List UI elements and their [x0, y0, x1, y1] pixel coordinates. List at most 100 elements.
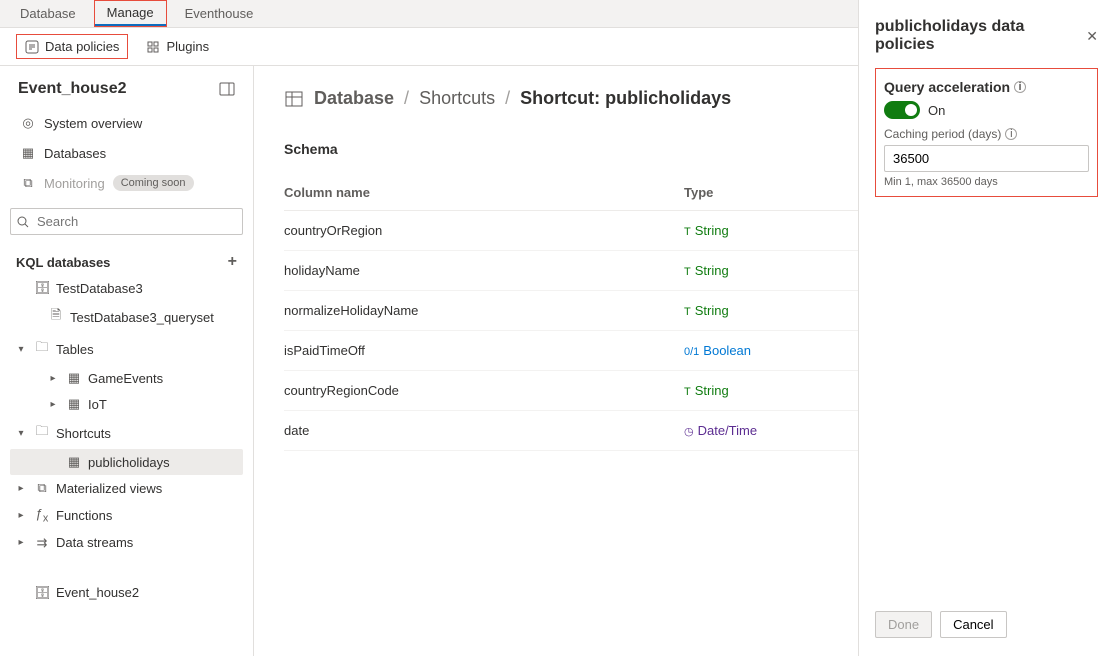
tree-label: Event_house2: [56, 585, 139, 600]
tree-item-gameevents[interactable]: ▸ ▦ GameEvents: [10, 365, 243, 391]
type-icon: T: [684, 306, 691, 318]
breadcrumb-database[interactable]: Database: [314, 88, 394, 109]
tree-label: Materialized views: [56, 481, 162, 496]
kql-databases-section: KQL databases +: [10, 245, 243, 275]
qa-text: Query acceleration: [884, 79, 1010, 95]
tree-label: Data streams: [56, 535, 133, 550]
queryset-icon: 🗎: [48, 306, 64, 328]
query-acceleration-label: Query acceleration i: [884, 79, 1026, 95]
section-label: KQL databases: [16, 255, 110, 270]
tree-label: GameEvents: [88, 371, 163, 386]
database-icon: 🗄: [34, 585, 50, 601]
coming-soon-badge: Coming soon: [113, 175, 194, 191]
tab-manage[interactable]: Manage: [95, 1, 166, 26]
type-label: Date/Time: [698, 423, 757, 438]
table-icon: ▦: [66, 370, 82, 386]
layout-icon[interactable]: [219, 81, 235, 97]
column-name: isPaidTimeOff: [284, 343, 684, 358]
views-icon: ⧉: [34, 480, 50, 496]
plugins-button[interactable]: Plugins: [138, 35, 217, 58]
tree-item-queryset[interactable]: ▸ 🗎 TestDatabase3_queryset: [10, 301, 243, 333]
type-icon: 0/1: [684, 346, 699, 358]
cancel-button[interactable]: Cancel: [940, 611, 1006, 638]
tree-label: Functions: [56, 508, 112, 523]
sidebar: Event_house2 ◎ System overview ▦ Databas…: [0, 66, 254, 656]
close-icon[interactable]: ✕: [1086, 28, 1098, 45]
database-icon: 🗄: [34, 280, 50, 296]
plugins-icon: [146, 40, 160, 54]
done-button[interactable]: Done: [875, 611, 932, 638]
tree-item-functions[interactable]: ▸ ƒx Functions: [10, 501, 243, 530]
info-icon[interactable]: i: [1005, 128, 1017, 140]
folder-icon: 🗀: [34, 422, 50, 444]
table-icon: ▦: [66, 454, 82, 470]
data-policies-label: Data policies: [45, 39, 119, 54]
chevron-down-icon[interactable]: ▾: [14, 428, 28, 439]
caching-period-hint: Min 1, max 36500 days: [884, 176, 1089, 188]
chevron-down-icon[interactable]: ▾: [14, 344, 28, 355]
column-name: holidayName: [284, 263, 684, 278]
type-icon: T: [684, 386, 691, 398]
caching-period-label: Caching period (days) i: [884, 127, 1089, 141]
tree-item-iot[interactable]: ▸ ▦ IoT: [10, 391, 243, 417]
search-input[interactable]: [10, 208, 243, 235]
streams-icon: ⇉: [34, 535, 50, 551]
tree-item-eventhouse2[interactable]: ▸ 🗄 Event_house2: [10, 580, 243, 606]
data-policies-button[interactable]: Data policies: [16, 34, 128, 59]
table-icon: [284, 89, 304, 109]
sidebar-item-label: Databases: [44, 146, 106, 161]
column-name: countryRegionCode: [284, 383, 684, 398]
tab-eventhouse[interactable]: Eventhouse: [173, 2, 266, 25]
chevron-right-icon[interactable]: ▸: [46, 373, 60, 384]
type-icon: T: [684, 226, 691, 238]
type-label: Boolean: [703, 343, 751, 358]
monitor-icon: ⧉: [20, 175, 36, 191]
panel-title: publicholidays data policies: [875, 18, 1086, 54]
breadcrumb-sep: /: [404, 88, 409, 109]
tree-item-shortcuts[interactable]: ▾ 🗀 Shortcuts: [10, 417, 243, 449]
tree-item-publicholidays[interactable]: ▸ ▦ publicholidays: [10, 449, 243, 475]
tree-label: Shortcuts: [56, 426, 111, 441]
tree-label: TestDatabase3: [56, 281, 143, 296]
data-policies-panel: publicholidays data policies ✕ Query acc…: [858, 0, 1114, 656]
tree-label: TestDatabase3_queryset: [70, 310, 214, 325]
type-label: String: [695, 263, 729, 278]
tree-item-testdatabase3[interactable]: ▸ 🗄 TestDatabase3: [10, 275, 243, 301]
chevron-right-icon[interactable]: ▸: [46, 399, 60, 410]
sidebar-item-monitoring: ⧉ Monitoring Coming soon: [10, 168, 243, 198]
tree-label: Tables: [56, 342, 94, 357]
tree-label: publicholidays: [88, 455, 170, 470]
breadcrumb-shortcuts[interactable]: Shortcuts: [419, 88, 495, 109]
query-acceleration-box: Query acceleration i On Caching period (…: [875, 68, 1098, 197]
caching-period-input[interactable]: [884, 145, 1089, 172]
chevron-right-icon[interactable]: ▸: [14, 483, 28, 494]
column-name: date: [284, 423, 684, 438]
tree-label: IoT: [88, 397, 107, 412]
tree-item-materialized-views[interactable]: ▸ ⧉ Materialized views: [10, 475, 243, 501]
functions-icon: ƒx: [34, 506, 50, 525]
tab-database[interactable]: Database: [8, 2, 88, 25]
grid-icon: ▦: [20, 145, 36, 161]
breadcrumb-sep: /: [505, 88, 510, 109]
tree-item-data-streams[interactable]: ▸ ⇉ Data streams: [10, 530, 243, 556]
chevron-right-icon[interactable]: ▸: [14, 537, 28, 548]
sidebar-item-databases[interactable]: ▦ Databases: [10, 138, 243, 168]
sidebar-item-label: System overview: [44, 116, 142, 131]
type-label: String: [695, 303, 729, 318]
tree-item-tables[interactable]: ▾ 🗀 Tables: [10, 333, 243, 365]
plugins-label: Plugins: [166, 39, 209, 54]
type-icon: T: [684, 266, 691, 278]
info-icon[interactable]: i: [1014, 81, 1026, 93]
sidebar-title: Event_house2: [18, 80, 126, 98]
col-header-name: Column name: [284, 185, 684, 200]
gauge-icon: ◎: [20, 115, 36, 131]
sidebar-item-system-overview[interactable]: ◎ System overview: [10, 108, 243, 138]
toggle-state-label: On: [928, 103, 945, 118]
data-policies-icon: [25, 40, 39, 54]
search-icon: [17, 216, 29, 228]
plus-icon[interactable]: +: [228, 253, 237, 271]
query-acceleration-toggle[interactable]: [884, 101, 920, 119]
search-box: [10, 208, 243, 235]
type-label: String: [695, 383, 729, 398]
chevron-right-icon[interactable]: ▸: [14, 510, 28, 521]
